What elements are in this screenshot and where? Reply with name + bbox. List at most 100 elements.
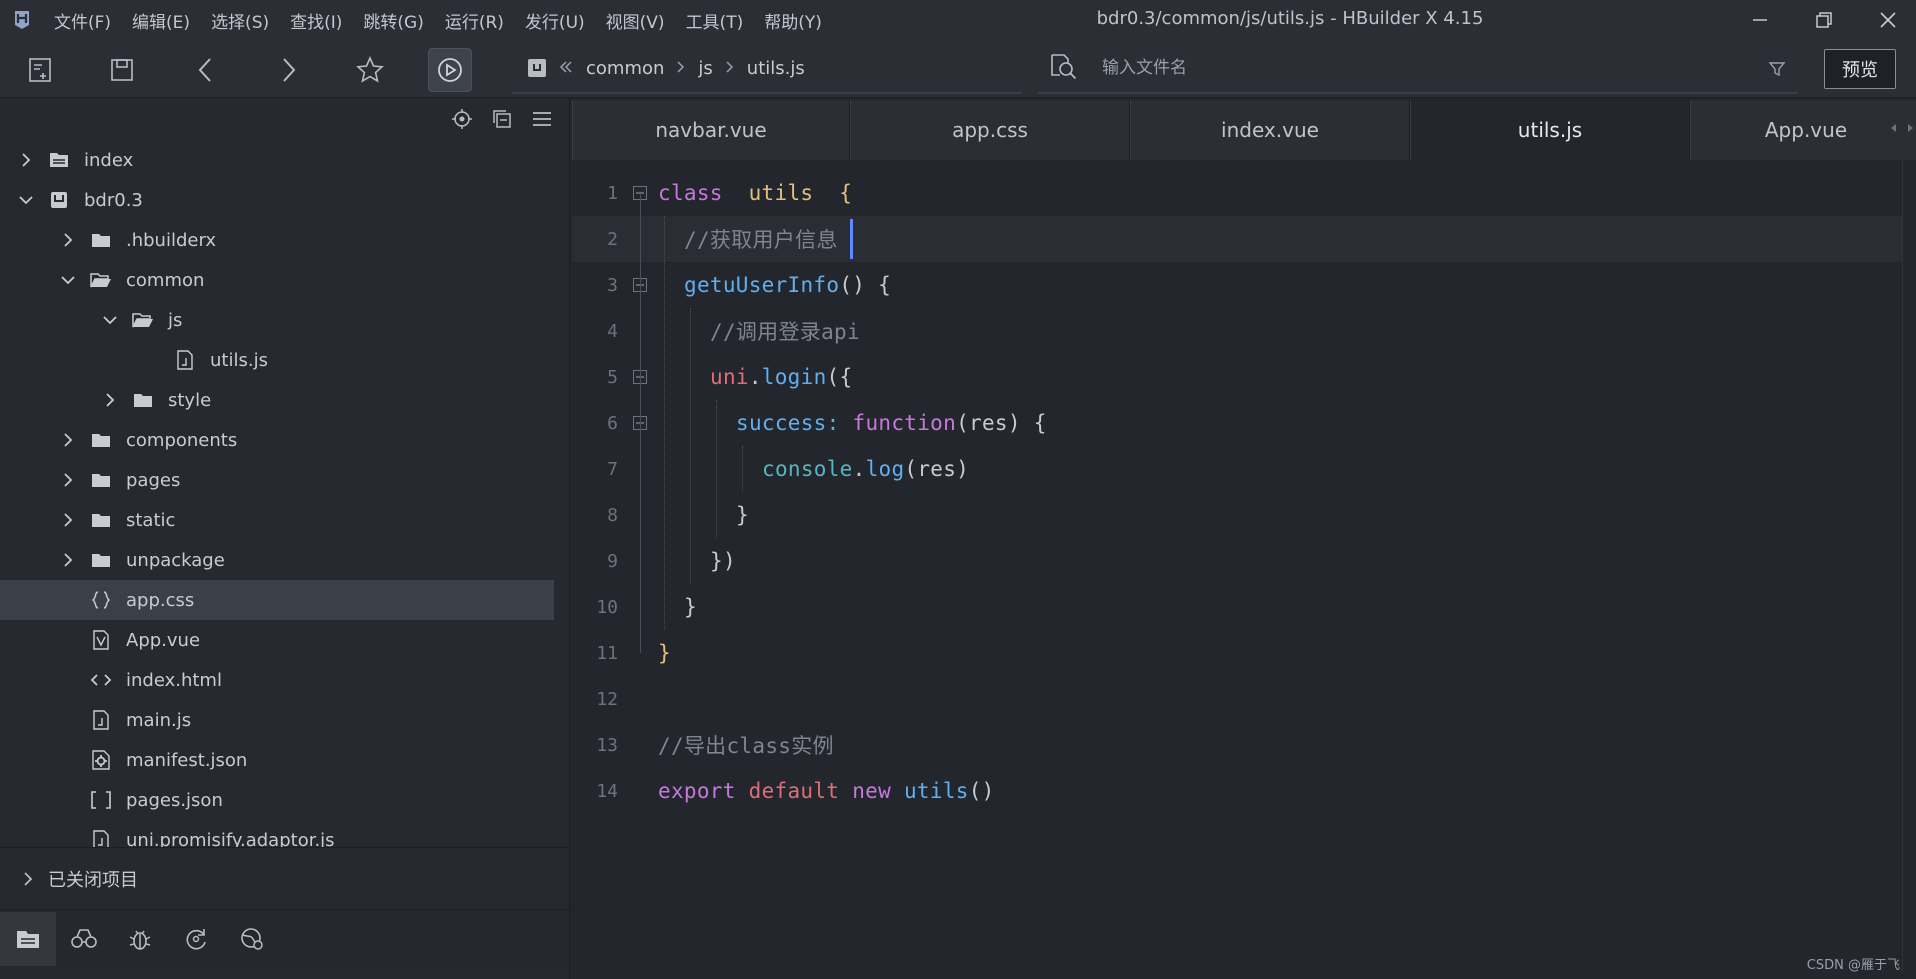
tree-item-pages[interactable]: pages xyxy=(0,460,554,500)
tree-item-manifest-json[interactable]: manifest.json xyxy=(0,740,554,780)
project-icon xyxy=(48,149,70,171)
code-token: getuUserInfo xyxy=(684,273,840,297)
tree-item-app-css[interactable]: app.css xyxy=(0,580,554,620)
tab-app-css[interactable]: app.css xyxy=(850,100,1130,160)
window-title: bdr0.3/common/js/utils.js - HBuilder X 4… xyxy=(1096,8,1484,29)
chevron-right-icon[interactable] xyxy=(58,470,78,490)
menu-item[interactable]: 跳转(G) xyxy=(363,8,423,33)
sidebar-scrollbar[interactable] xyxy=(554,98,568,848)
run-button[interactable] xyxy=(428,48,472,92)
menu-item[interactable]: 视图(V) xyxy=(606,8,665,33)
menu-item[interactable]: 发行(U) xyxy=(525,8,585,33)
tree-item-pages-json[interactable]: pages.json xyxy=(0,780,554,820)
file-tree: index bdr0.3 .hbuilderx common js utils.js sty… xyxy=(0,140,554,847)
js-file-icon xyxy=(174,349,196,371)
favorite-star-button[interactable] xyxy=(348,48,392,92)
new-file-button[interactable] xyxy=(18,48,62,92)
code-text: }) xyxy=(710,549,736,573)
chevron-right-icon[interactable] xyxy=(16,150,36,170)
closed-projects-row[interactable]: 已关闭项目 xyxy=(0,847,569,909)
chevron-right-icon[interactable] xyxy=(58,430,78,450)
tree-item-uni-promisify-adaptor-js[interactable]: uni.promisify.adaptor.js xyxy=(0,820,554,847)
file-search-icon xyxy=(1048,52,1078,84)
minimize-button[interactable] xyxy=(1732,0,1788,40)
toolbar: common js utils.js 预览 xyxy=(0,40,1916,98)
tree-item-utils-js[interactable]: utils.js xyxy=(0,340,554,380)
tab-scroll-right-icon[interactable] xyxy=(1906,118,1914,137)
file-search-box xyxy=(1038,44,1798,94)
code-token: //导出class实例 xyxy=(658,734,834,758)
text-cursor xyxy=(850,219,853,259)
code-token: } xyxy=(684,595,697,619)
code-token: () xyxy=(968,779,995,803)
code-token: default xyxy=(748,779,840,803)
breadcrumb-common[interactable]: common xyxy=(586,58,664,79)
chevron-right-icon[interactable] xyxy=(58,550,78,570)
chevron-down-icon[interactable] xyxy=(58,270,78,290)
breadcrumb-overflow-icon[interactable] xyxy=(558,59,574,78)
tree-item-label: pages xyxy=(126,469,181,491)
menu-item[interactable]: 运行(R) xyxy=(445,8,504,33)
menu-item[interactable]: 工具(T) xyxy=(686,8,744,33)
close-window-button[interactable] xyxy=(1860,0,1916,40)
tab-scroll-left-icon[interactable] xyxy=(1890,118,1898,137)
chevron-right-icon[interactable] xyxy=(58,230,78,250)
tab-index-vue[interactable]: index.vue xyxy=(1130,100,1410,160)
filter-icon[interactable] xyxy=(1768,60,1786,82)
back-button[interactable] xyxy=(184,48,228,92)
tree-item-label: .hbuilderx xyxy=(126,229,217,251)
tree-item-main-js[interactable]: main.js xyxy=(0,700,554,740)
breadcrumb-utils-js[interactable]: utils.js xyxy=(747,58,805,79)
forward-button[interactable] xyxy=(266,48,310,92)
binoculars-icon[interactable] xyxy=(56,912,112,966)
tree-item-index-html[interactable]: index.html xyxy=(0,660,554,700)
debug-bug-icon[interactable] xyxy=(112,912,168,966)
menu-icon[interactable] xyxy=(527,104,557,134)
menu-item[interactable]: 文件(F) xyxy=(54,8,111,33)
tab-app-vue[interactable]: App.vue xyxy=(1690,100,1916,160)
code-token: utils xyxy=(748,181,814,205)
plugin-globe-icon[interactable] xyxy=(224,912,280,966)
project-manager-tab[interactable] xyxy=(0,911,56,966)
tree-item-common[interactable]: common xyxy=(0,260,554,300)
tree-item-index[interactable]: index xyxy=(0,140,554,180)
folder-open-icon xyxy=(132,309,154,331)
save-button[interactable] xyxy=(100,48,144,92)
tree-item-label: App.vue xyxy=(126,629,201,651)
breadcrumb: common js utils.js xyxy=(512,44,1022,94)
chevron-down-icon[interactable] xyxy=(100,310,120,330)
tree-item-static[interactable]: static xyxy=(0,500,554,540)
tree-item-unpackage[interactable]: unpackage xyxy=(0,540,554,580)
editor-scrollbar[interactable] xyxy=(1902,160,1916,971)
tree-item-app-vue[interactable]: App.vue xyxy=(0,620,554,660)
tree-item--hbuilderx[interactable]: .hbuilderx xyxy=(0,220,554,260)
code-editor[interactable]: 1 class utils {2//获取用户信息 3 getuUserInfo() {… xyxy=(572,160,1902,971)
chevron-down-icon[interactable] xyxy=(16,190,36,210)
tree-item-style[interactable]: style xyxy=(0,380,554,420)
chevron-right-icon[interactable] xyxy=(58,510,78,530)
tab-navbar-vue[interactable]: navbar.vue xyxy=(572,100,850,160)
breadcrumb-js[interactable]: js xyxy=(698,58,712,79)
tree-item-bdr0-3[interactable]: bdr0.3 xyxy=(0,180,554,220)
locate-file-icon[interactable] xyxy=(447,104,477,134)
tab-utils-js[interactable]: utils.js xyxy=(1410,100,1690,160)
tree-item-components[interactable]: components xyxy=(0,420,554,460)
code-token: (res) { xyxy=(956,411,1047,435)
tree-item-js[interactable]: js xyxy=(0,300,554,340)
code-line: 9}) xyxy=(572,538,1902,584)
code-line: 12 xyxy=(572,676,1902,722)
preview-button[interactable]: 预览 xyxy=(1824,49,1896,89)
chevron-right-icon[interactable] xyxy=(100,390,120,410)
source-control-icon[interactable] xyxy=(168,912,224,966)
menu-item[interactable]: 查找(I) xyxy=(290,8,342,33)
restore-button[interactable] xyxy=(1796,0,1852,40)
file-search-input[interactable] xyxy=(1102,58,1702,78)
menu-item[interactable]: 选择(S) xyxy=(211,8,269,33)
menu-item[interactable]: 帮助(Y) xyxy=(764,8,822,33)
collapse-all-icon[interactable] xyxy=(487,104,517,134)
chevron-right-icon xyxy=(18,869,38,889)
menu-item[interactable]: 编辑(E) xyxy=(132,8,190,33)
